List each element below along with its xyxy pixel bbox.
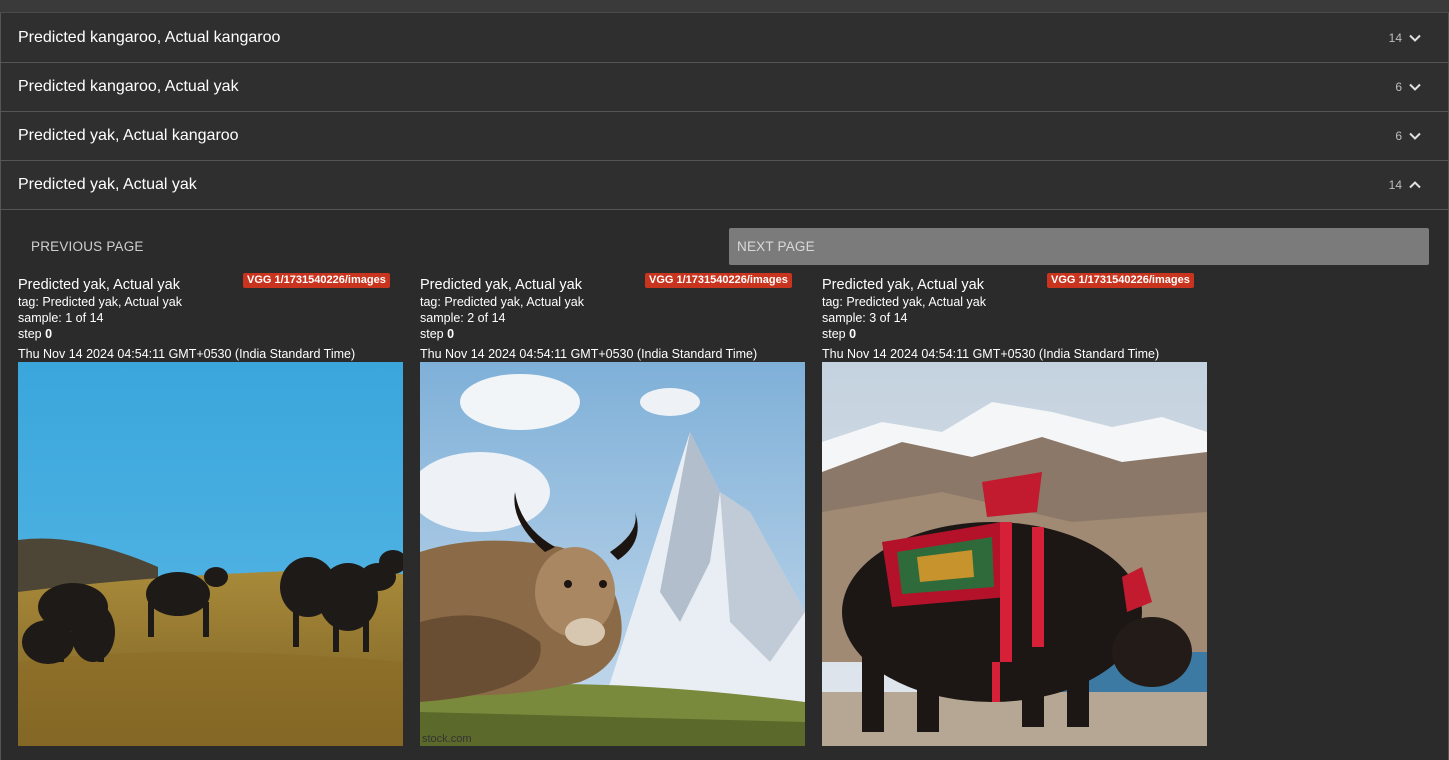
yak-mountain-image: stock.com xyxy=(420,362,805,746)
decorated-yak-image xyxy=(822,362,1207,746)
group-header-yak-yak[interactable]: Predicted yak, Actual yak 14 xyxy=(0,161,1449,210)
chevron-down-icon xyxy=(1409,83,1421,91)
card-date: Thu Nov 14 2024 04:54:11 GMT+0530 (India… xyxy=(18,347,356,361)
image-card: Predicted yak, Actual yak tag: Predicted… xyxy=(420,277,806,746)
card-sample-value: 1 of 14 xyxy=(65,311,104,325)
previous-page-button[interactable]: PREVIOUS PAGE xyxy=(18,228,728,265)
card-sample: sample: 2 of 14 xyxy=(420,310,806,326)
card-sample-label: sample: xyxy=(420,311,468,325)
card-step: step 0 xyxy=(822,326,1208,342)
group-title: Predicted kangaroo, Actual yak xyxy=(18,78,239,95)
card-sample: sample: 3 of 14 xyxy=(822,310,1208,326)
run-badge: VGG 1/1731540226/images xyxy=(645,273,792,288)
card-tag: tag: Predicted yak, Actual yak xyxy=(420,294,806,310)
card-tag-label: tag: xyxy=(18,295,43,309)
run-badge: VGG 1/1731540226/images xyxy=(243,273,390,288)
card-date: Thu Nov 14 2024 04:54:11 GMT+0530 (India… xyxy=(420,347,758,361)
group-header-kangaroo-kangaroo[interactable]: Predicted kangaroo, Actual kangaroo 14 xyxy=(0,13,1449,63)
group-title: Predicted yak, Actual yak xyxy=(18,176,197,193)
card-step-label: step xyxy=(822,327,850,341)
group-title: Predicted yak, Actual kangaroo xyxy=(18,127,239,144)
card-step-label: step xyxy=(420,327,448,341)
chevron-down-icon xyxy=(1409,34,1421,42)
card-sample-label: sample: xyxy=(822,311,870,325)
top-bar xyxy=(0,0,1449,13)
card-tag-value: Predicted yak, Actual yak xyxy=(444,295,584,309)
card-tag-label: tag: xyxy=(420,295,445,309)
card-tag: tag: Predicted yak, Actual yak xyxy=(822,294,1208,310)
yak-herd-image xyxy=(18,362,403,746)
run-badge: VGG 1/1731540226/images xyxy=(1047,273,1194,288)
card-step-value: 0 xyxy=(447,327,455,341)
image-card: Predicted yak, Actual yak tag: Predicted… xyxy=(18,277,404,746)
chevron-down-icon xyxy=(1409,132,1421,140)
card-tag-label: tag: xyxy=(822,295,847,309)
next-page-button[interactable]: NEXT PAGE xyxy=(729,228,1429,265)
image-card: Predicted yak, Actual yak tag: Predicted… xyxy=(822,277,1208,746)
group-count: 6 xyxy=(1395,80,1402,94)
card-tag-value: Predicted yak, Actual yak xyxy=(846,295,986,309)
group-count: 14 xyxy=(1388,30,1402,45)
group-content-yak-yak: PREVIOUS PAGE NEXT PAGE Predicted yak, A… xyxy=(0,210,1449,760)
chevron-up-icon xyxy=(1409,181,1421,189)
card-date: Thu Nov 14 2024 04:54:11 GMT+0530 (India… xyxy=(822,347,1160,361)
group-title: Predicted kangaroo, Actual kangaroo xyxy=(18,28,281,46)
card-step-value: 0 xyxy=(45,327,53,341)
card-tag-value: Predicted yak, Actual yak xyxy=(42,295,182,309)
group-header-kangaroo-yak[interactable]: Predicted kangaroo, Actual yak 6 xyxy=(0,63,1449,112)
card-sample-value: 2 of 14 xyxy=(467,311,506,325)
pagination: PREVIOUS PAGE NEXT PAGE xyxy=(18,228,1429,265)
card-sample-label: sample: xyxy=(18,311,66,325)
card-step: step 0 xyxy=(420,326,806,342)
card-tag: tag: Predicted yak, Actual yak xyxy=(18,294,404,310)
stock-watermark: stock.com xyxy=(422,733,472,745)
card-step-label: step xyxy=(18,327,46,341)
card-sample-value: 3 of 14 xyxy=(869,311,908,325)
group-count: 14 xyxy=(1388,178,1402,192)
group-header-yak-kangaroo[interactable]: Predicted yak, Actual kangaroo 6 xyxy=(0,112,1449,161)
card-sample: sample: 1 of 14 xyxy=(18,310,404,326)
card-step-value: 0 xyxy=(849,327,857,341)
group-count: 6 xyxy=(1395,129,1402,143)
card-step: step 0 xyxy=(18,326,404,342)
